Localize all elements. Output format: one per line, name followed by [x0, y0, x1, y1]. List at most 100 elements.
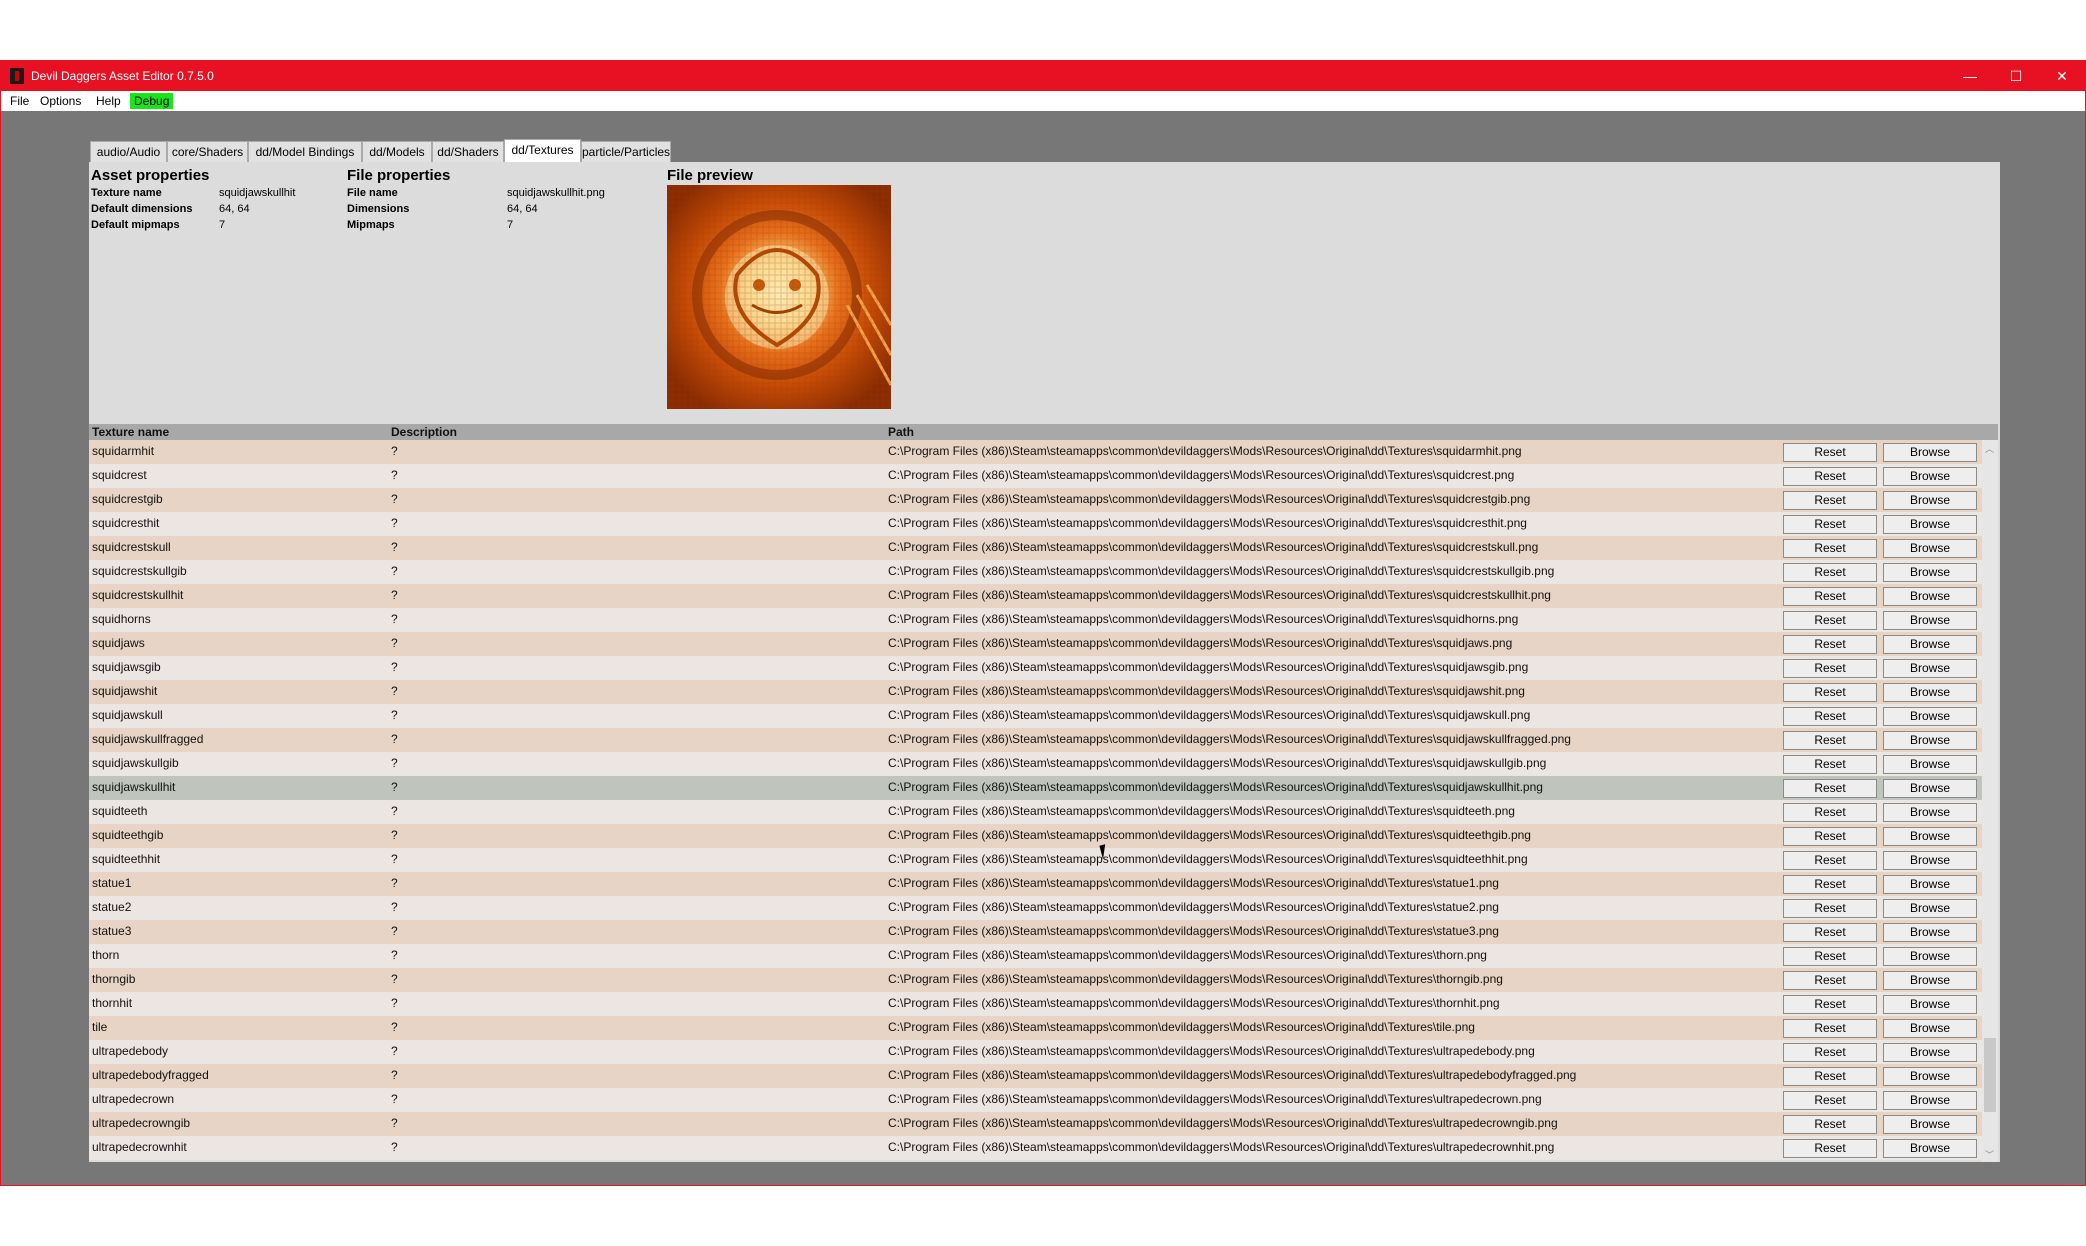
menu-options[interactable]: Options [40, 94, 81, 108]
browse-button[interactable]: Browse [1883, 971, 1977, 990]
table-row[interactable]: statue2? C:\Program Files (x86)\Steam\ste… [89, 896, 1982, 920]
browse-button[interactable]: Browse [1883, 1139, 1977, 1158]
table-row[interactable]: squidcrestskull? C:\Program Files (x86)\S… [89, 536, 1982, 560]
browse-button[interactable]: Browse [1883, 1091, 1977, 1110]
browse-button[interactable]: Browse [1883, 707, 1977, 726]
browse-button[interactable]: Browse [1883, 443, 1977, 462]
reset-button[interactable]: Reset [1783, 443, 1877, 462]
scroll-down-icon[interactable]: ﹀ [1985, 1148, 1994, 1161]
table-row[interactable]: squidjawskullhit? C:\Program Files (x86)\… [89, 776, 1982, 800]
browse-button[interactable]: Browse [1883, 947, 1977, 966]
reset-button[interactable]: Reset [1783, 611, 1877, 630]
reset-button[interactable]: Reset [1783, 1043, 1877, 1062]
scroll-up-icon[interactable]: ︿ [1985, 442, 1994, 455]
browse-button[interactable]: Browse [1883, 995, 1977, 1014]
table-row[interactable]: ultrapedebody? C:\Program Files (x86)\Ste… [89, 1040, 1982, 1064]
browse-button[interactable]: Browse [1883, 683, 1977, 702]
title-bar[interactable]: Devil Daggers Asset Editor 0.7.5.0 — ☐ ✕ [1, 61, 2085, 91]
reset-button[interactable]: Reset [1783, 467, 1877, 486]
reset-button[interactable]: Reset [1783, 947, 1877, 966]
header-texture-name[interactable]: Texture name [92, 425, 169, 439]
browse-button[interactable]: Browse [1883, 1067, 1977, 1086]
maximize-icon[interactable]: ☐ [1993, 61, 2039, 91]
browse-button[interactable]: Browse [1883, 827, 1977, 846]
reset-button[interactable]: Reset [1783, 803, 1877, 822]
table-row[interactable]: squidteeth? C:\Program Files (x86)\Steam\… [89, 800, 1982, 824]
reset-button[interactable]: Reset [1783, 683, 1877, 702]
tab-shaders[interactable]: dd/Shaders [432, 141, 504, 163]
browse-button[interactable]: Browse [1883, 1019, 1977, 1038]
browse-button[interactable]: Browse [1883, 587, 1977, 606]
tab-core-shaders[interactable]: core/Shaders [167, 141, 248, 163]
tab-particles[interactable]: particle/Particles [581, 141, 671, 163]
table-row[interactable]: ultrapedebodyfragged? C:\Program Files (x… [89, 1064, 1982, 1088]
table-row[interactable]: squidcrestskullhit? C:\Program Files (x86… [89, 584, 1982, 608]
menu-debug[interactable]: Debug [130, 93, 174, 109]
reset-button[interactable]: Reset [1783, 1115, 1877, 1134]
table-row[interactable]: squidcrestskullgib? C:\Program Files (x86… [89, 560, 1982, 584]
table-row[interactable]: squidjawskullfragged? C:\Program Files (x… [89, 728, 1982, 752]
browse-button[interactable]: Browse [1883, 635, 1977, 654]
reset-button[interactable]: Reset [1783, 851, 1877, 870]
menu-help[interactable]: Help [96, 94, 121, 108]
table-row[interactable]: statue3? C:\Program Files (x86)\Steam\ste… [89, 920, 1982, 944]
close-icon[interactable]: ✕ [2039, 61, 2085, 91]
reset-button[interactable]: Reset [1783, 659, 1877, 678]
minimize-icon[interactable]: — [1947, 61, 1993, 91]
reset-button[interactable]: Reset [1783, 1091, 1877, 1110]
vertical-scrollbar[interactable]: ︿ ﹀ [1982, 440, 1998, 1162]
browse-button[interactable]: Browse [1883, 563, 1977, 582]
table-row[interactable]: squidcresthit? C:\Program Files (x86)\Ste… [89, 512, 1982, 536]
reset-button[interactable]: Reset [1783, 707, 1877, 726]
table-row[interactable]: ultrapedecrownhit? C:\Program Files (x86)… [89, 1136, 1982, 1160]
table-row[interactable]: squidhorns? C:\Program Files (x86)\Steam\… [89, 608, 1982, 632]
reset-button[interactable]: Reset [1783, 731, 1877, 750]
reset-button[interactable]: Reset [1783, 1067, 1877, 1086]
table-row[interactable]: squidjawskullgib? C:\Program Files (x86)\… [89, 752, 1982, 776]
header-description[interactable]: Description [391, 425, 457, 439]
menu-file[interactable]: File [10, 94, 29, 108]
table-row[interactable]: thornhit? C:\Program Files (x86)\Steam\st… [89, 992, 1982, 1016]
browse-button[interactable]: Browse [1883, 515, 1977, 534]
browse-button[interactable]: Browse [1883, 803, 1977, 822]
reset-button[interactable]: Reset [1783, 971, 1877, 990]
tab-model-bindings[interactable]: dd/Model Bindings [248, 141, 362, 163]
browse-button[interactable]: Browse [1883, 1043, 1977, 1062]
browse-button[interactable]: Browse [1883, 611, 1977, 630]
browse-button[interactable]: Browse [1883, 899, 1977, 918]
table-row[interactable]: ultrapedecrown? C:\Program Files (x86)\St… [89, 1088, 1982, 1112]
reset-button[interactable]: Reset [1783, 779, 1877, 798]
table-row[interactable]: squidcrestgib? C:\Program Files (x86)\Ste… [89, 488, 1982, 512]
reset-button[interactable]: Reset [1783, 539, 1877, 558]
tab-audio[interactable]: audio/Audio [90, 141, 167, 163]
table-row[interactable]: thorngib? C:\Program Files (x86)\Steam\st… [89, 968, 1982, 992]
reset-button[interactable]: Reset [1783, 1139, 1877, 1158]
browse-button[interactable]: Browse [1883, 851, 1977, 870]
table-row[interactable]: squidarmhit? C:\Program Files (x86)\Steam… [89, 440, 1982, 464]
reset-button[interactable]: Reset [1783, 563, 1877, 582]
browse-button[interactable]: Browse [1883, 1115, 1977, 1134]
reset-button[interactable]: Reset [1783, 875, 1877, 894]
browse-button[interactable]: Browse [1883, 659, 1977, 678]
reset-button[interactable]: Reset [1783, 827, 1877, 846]
scroll-thumb[interactable] [1984, 1038, 1996, 1112]
reset-button[interactable]: Reset [1783, 755, 1877, 774]
reset-button[interactable]: Reset [1783, 515, 1877, 534]
table-row[interactable]: squidcrest? C:\Program Files (x86)\Steam\… [89, 464, 1982, 488]
table-row[interactable]: squidjawshit? C:\Program Files (x86)\Stea… [89, 680, 1982, 704]
table-row[interactable]: thorn? C:\Program Files (x86)\Steam\steam… [89, 944, 1982, 968]
table-row[interactable]: squidteethgib? C:\Program Files (x86)\Ste… [89, 824, 1982, 848]
browse-button[interactable]: Browse [1883, 491, 1977, 510]
browse-button[interactable]: Browse [1883, 779, 1977, 798]
reset-button[interactable]: Reset [1783, 491, 1877, 510]
browse-button[interactable]: Browse [1883, 467, 1977, 486]
reset-button[interactable]: Reset [1783, 635, 1877, 654]
table-row[interactable]: squidteethhit? C:\Program Files (x86)\Ste… [89, 848, 1982, 872]
table-row[interactable]: squidjaws? C:\Program Files (x86)\Steam\s… [89, 632, 1982, 656]
table-row[interactable]: tile? C:\Program Files (x86)\Steam\steama… [89, 1016, 1982, 1040]
table-row[interactable]: squidjawskull? C:\Program Files (x86)\Ste… [89, 704, 1982, 728]
table-row[interactable]: statue1? C:\Program Files (x86)\Steam\ste… [89, 872, 1982, 896]
reset-button[interactable]: Reset [1783, 995, 1877, 1014]
reset-button[interactable]: Reset [1783, 923, 1877, 942]
tab-models[interactable]: dd/Models [362, 141, 432, 163]
